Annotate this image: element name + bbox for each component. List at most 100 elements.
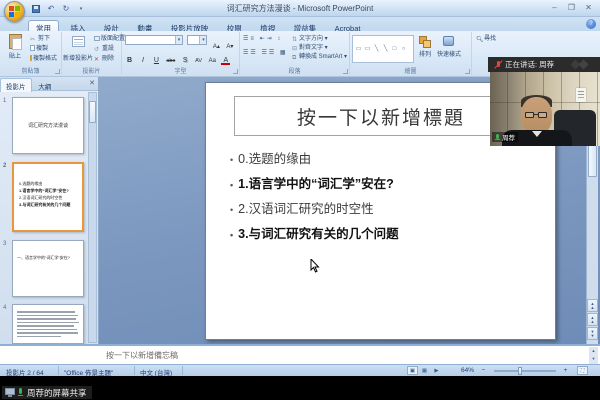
smartart-button[interactable]: ⧉轉換成 SmartArt ▾ [292,53,347,62]
reset-button[interactable]: ↺重設 [94,45,114,54]
normal-view-button[interactable]: ▣ [407,366,418,375]
cut-button[interactable]: ✂剪下 [30,35,50,44]
bullet-line: •1.语言学中的“词汇学”安在? [230,172,399,197]
text-direction-button[interactable]: ⇅文字方向 ▾ [292,35,347,44]
slide-sorter-view-button[interactable]: ▦ [419,366,430,375]
character-spacing-button[interactable]: AV [194,56,203,66]
notes-pane[interactable]: 按一下以新增備忘稿 ▲▼ [0,344,600,364]
clipboard-dialog-launcher[interactable] [55,69,60,74]
layout-button[interactable]: 版面配置 [94,35,125,44]
notes-scrollbar[interactable]: ▲▼ [589,347,598,364]
thumbnail-number: 1 [3,98,6,104]
panel-scrollbar[interactable] [88,92,97,343]
font-color-button[interactable]: A [221,57,230,65]
help-icon[interactable]: ? [586,19,596,29]
thumbnail-2[interactable]: 2 0.选题的缘由 1.语言学中的“词汇学”安在? 2.汉语词汇研究的时空性 3… [12,162,84,232]
numbering-button[interactable]: ≡ [250,36,256,42]
paste-button[interactable]: 貼上 [2,34,28,60]
drawing-dialog-launcher[interactable] [465,69,470,74]
format-painter-button[interactable]: 複製格式 [30,55,57,64]
change-case-button[interactable]: Aa [208,56,217,66]
shapes-gallery[interactable]: ▭▭╲╲□○ □△⬠⇨⇦⇩ ◠☆⌒()▾ [352,35,414,63]
status-bar: 投影片 2 / 64 "Office 佈景主題" 中文 (台灣) ▣ ▦ ▶ 6… [0,364,600,376]
qat-customize-icon[interactable]: ▾ [75,3,87,14]
thumbnail-3[interactable]: 3 一、语言学中的“词汇学”安在? [12,240,84,297]
slide-body-text[interactable]: •0.选题的缘由 •1.语言学中的“词汇学”安在? •2.汉语词汇研究的时空性 … [230,147,399,247]
tab-outline-pane[interactable]: 大綱 [33,79,56,92]
group-paragraph: ☰≡ ⇤⇥ ↕ ☰☰ ☰☰ ▦ ⇅文字方向 ▾ ⊟對齊文字 ▾ ⧉轉換成 Sma… [240,32,350,75]
slideshow-view-button[interactable]: ▶ [431,366,442,375]
language-indicator[interactable]: 中文 (台灣) [140,367,172,376]
delete-button[interactable]: ✕刪除 [94,55,114,64]
find-button[interactable]: 🔍︎尋找 [476,35,496,44]
slide-panel: 投影片 大綱 ✕ 1 词汇研究方法漫谈 2 0.选题的缘由 1.语言学中 [0,77,99,344]
slide-title-placeholder[interactable]: 按一下以新增標題 [234,96,528,136]
close-button[interactable]: ✕ [581,2,596,14]
justify-button[interactable]: ☰ [269,50,276,56]
quick-styles-button[interactable]: 快速樣式 [436,34,462,58]
align-text-button[interactable]: ⊟對齊文字 ▾ [292,44,347,53]
zoom-in-button[interactable]: + [561,367,570,374]
bullet-line: •0.选题的缘由 [230,147,399,172]
font-dialog-launcher[interactable] [233,69,238,74]
thumbnail-4[interactable]: 4 [12,304,84,344]
tab-slides-pane[interactable]: 投影片 [0,78,32,92]
panel-scrollbar-thumb[interactable] [89,101,96,123]
zoom-level[interactable]: 64% [461,367,474,374]
new-slide-icon [72,36,85,47]
align-right-button[interactable]: ☰ [261,50,268,56]
decrease-indent-button[interactable]: ⇤ [260,36,267,42]
thumbnail-number: 3 [3,241,6,247]
participant-name: 周荐 [502,132,515,142]
slide-panel-tabs: 投影片 大綱 ✕ [0,77,98,91]
line-spacing-button[interactable]: ↕ [277,36,282,42]
brush-icon [30,55,32,61]
bold-button[interactable]: B [125,56,134,66]
columns-button[interactable]: ▦ [280,50,288,56]
mic-icon [18,388,24,397]
previous-slide-button[interactable]: ▲▲ [587,313,598,326]
screen-share-label: 周荐的屏幕共享 [27,387,87,399]
undo-icon[interactable]: ↶ [45,3,57,14]
text-shadow-button[interactable]: S [181,56,190,66]
paragraph-dialog-launcher[interactable] [343,69,348,74]
quick-access-toolbar: ↶ ↻ ▾ [30,2,87,15]
screen-share-chip[interactable]: 周荐的屏幕共享 [2,386,92,399]
redo-icon[interactable]: ↻ [60,3,72,14]
strikethrough-button[interactable]: abc [165,56,176,66]
scroll-up-icon[interactable]: ▲▲ [587,299,598,312]
participant-video[interactable]: 周荐 [490,72,600,146]
zoom-slider[interactable] [494,370,556,372]
drawing-group-label: 繪圖 [350,66,471,75]
align-center-button[interactable]: ☰ [250,50,257,56]
smartart-icon: ⧉ [292,54,298,61]
italic-button[interactable]: I [138,56,147,66]
underline-button[interactable]: U [152,56,161,66]
arrange-button[interactable]: 排列 [414,34,436,58]
quick-styles-icon [443,36,454,46]
call-header: 正在讲话: 周荐 [488,57,600,72]
thumbnail-1[interactable]: 1 词汇研究方法漫谈 [12,97,84,154]
zoom-slider-thumb[interactable] [518,367,522,375]
next-slide-button[interactable]: ▼▼ [587,327,598,340]
font-size-combo[interactable]: ▾ [187,35,207,45]
bottom-bar: 周荐的屏幕共享 [0,384,600,400]
reset-icon: ↺ [94,46,101,53]
glasses [524,112,549,119]
zoom-out-button[interactable]: − [479,367,488,374]
group-slides: 新增投影片 版面配置 ↺重設 ✕刪除 投影片 [62,32,122,75]
copy-button[interactable]: 複製 [30,45,48,54]
office-button[interactable] [4,1,25,22]
save-icon[interactable] [30,3,42,14]
scissors-icon: ✂ [30,36,37,43]
minimize-button[interactable]: – [547,2,562,14]
fit-to-window-button[interactable]: ⛶ [577,366,588,375]
font-name-combo[interactable]: ▾ [125,35,183,45]
close-pane-icon[interactable]: ✕ [89,79,95,87]
clipboard-group-label: 剪貼簿 [0,66,61,75]
increase-indent-button[interactable]: ⇥ [267,36,274,42]
mouse-cursor [310,259,320,273]
new-slide-button[interactable]: 新增投影片 [63,34,93,62]
restore-button[interactable]: ❐ [564,2,579,14]
editor-scrollbar-thumb[interactable] [588,143,597,177]
